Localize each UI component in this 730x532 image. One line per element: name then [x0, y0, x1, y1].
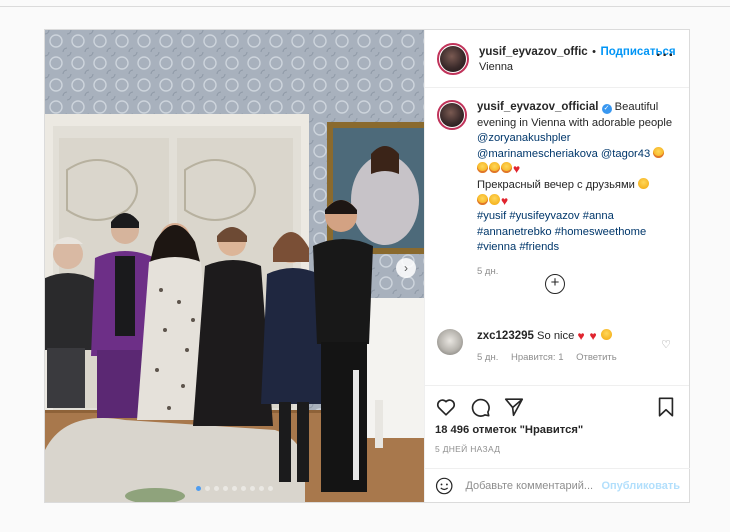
heart-emoji-icon: ♥ — [501, 193, 509, 208]
post-location[interactable]: Vienna — [479, 60, 676, 75]
heart-emoji-icon: ♥ — [589, 329, 597, 343]
photo-illustration — [45, 30, 424, 502]
hashtag-link[interactable]: #yusifeyvazov — [509, 210, 579, 222]
caption-username[interactable]: yusif_eyvazov_official — [477, 101, 598, 113]
post-card: › yusif_eyvazov_offic • Подписаться Vien… — [44, 29, 690, 503]
smiley-icon[interactable] — [435, 476, 453, 496]
comment-age: 5 дн. — [477, 352, 499, 363]
carousel-dot — [214, 486, 219, 491]
caption-avatar[interactable] — [437, 100, 467, 130]
hashtag-link[interactable]: #yusif — [477, 210, 506, 222]
hashtag-link[interactable]: #annanetrebko — [477, 226, 552, 238]
post-photo[interactable]: › — [45, 30, 424, 502]
star-struck-emoji-icon — [501, 162, 512, 174]
heart-emoji-icon: ♥ — [513, 162, 521, 177]
reply-button[interactable]: Ответить — [576, 352, 617, 363]
carousel-dot — [250, 486, 255, 491]
author-avatar[interactable] — [437, 42, 469, 75]
carousel-dot — [223, 486, 228, 491]
mention-link[interactable]: @marinamescheriakova — [477, 148, 598, 160]
comment-input[interactable] — [465, 479, 598, 492]
add-comment-bar: Опубликовать — [425, 468, 690, 502]
share-icon[interactable] — [503, 396, 525, 418]
commenter-avatar[interactable] — [437, 329, 463, 355]
post-sidebar: yusif_eyvazov_offic • Подписаться Vienna… — [424, 30, 690, 502]
smiling-emoji-icon — [601, 329, 613, 340]
carousel-next-button[interactable]: › — [396, 258, 416, 278]
heart-emoji-icon: ♥ — [577, 329, 585, 343]
star-struck-emoji-icon — [489, 162, 500, 174]
star-struck-emoji-icon — [477, 193, 488, 205]
comment-likes-link[interactable]: Нравится: 1 — [511, 352, 563, 363]
caption-text-2: Прекрасный вечер с друзьями — [477, 178, 635, 191]
heart-icon[interactable] — [435, 396, 457, 418]
comment-username[interactable]: zxc123295 — [477, 330, 534, 342]
comments-section: yusif_eyvazov_official ✓ Beautiful eveni… — [425, 88, 689, 385]
mention-link[interactable]: @zoryanakushpler — [477, 132, 570, 144]
smiling-emoji-icon — [638, 177, 650, 189]
chevron-right-icon: › — [404, 261, 408, 275]
carousel-dot — [259, 486, 264, 491]
verified-badge-icon: ✓ — [601, 104, 612, 114]
author-username[interactable]: yusif_eyvazov_offic — [479, 46, 588, 58]
comment-icon[interactable] — [469, 396, 491, 418]
carousel-dot — [232, 486, 237, 491]
hashtag-link[interactable]: #friends — [519, 241, 559, 253]
more-horizontal-icon[interactable]: ··· — [656, 48, 675, 64]
plus-circle-icon[interactable]: + — [545, 274, 565, 294]
header-separator: • — [592, 45, 596, 58]
carousel-dot — [241, 486, 246, 491]
star-struck-emoji-icon — [653, 146, 665, 158]
mention-link[interactable]: @tagor43 — [601, 148, 650, 160]
comment-item: zxc123295 So nice ♥ ♥ 5 дн. Нравится: 1 О… — [437, 329, 677, 365]
top-divider — [0, 6, 730, 7]
carousel-dot — [205, 486, 210, 491]
actions-bar: 18 496 отметок "Нравится" 5 ДНЕЙ НАЗАД — [425, 385, 689, 468]
bookmark-icon[interactable] — [655, 396, 677, 418]
hashtag-link[interactable]: #homesweethome — [555, 226, 646, 238]
smiling-emoji-icon — [489, 193, 500, 205]
post-header: yusif_eyvazov_offic • Подписаться Vienna… — [425, 30, 689, 88]
caption-age: 5 дн. — [477, 265, 499, 277]
carousel-dot — [196, 486, 201, 491]
caption: yusif_eyvazov_official ✓ Beautiful eveni… — [437, 100, 677, 280]
publish-button[interactable]: Опубликовать — [601, 480, 680, 492]
likes-count[interactable]: 18 496 отметок "Нравится" — [435, 424, 679, 436]
carousel-dots — [45, 486, 424, 491]
hashtag-link[interactable]: #anna — [583, 210, 614, 222]
post-date: 5 ДНЕЙ НАЗАД — [435, 444, 501, 454]
hashtag-link[interactable]: #vienna — [477, 241, 516, 253]
carousel-dot — [268, 486, 273, 491]
comment-text: So nice — [537, 330, 575, 342]
star-struck-emoji-icon — [477, 162, 488, 174]
heart-outline-icon[interactable]: ♡ — [661, 338, 671, 351]
